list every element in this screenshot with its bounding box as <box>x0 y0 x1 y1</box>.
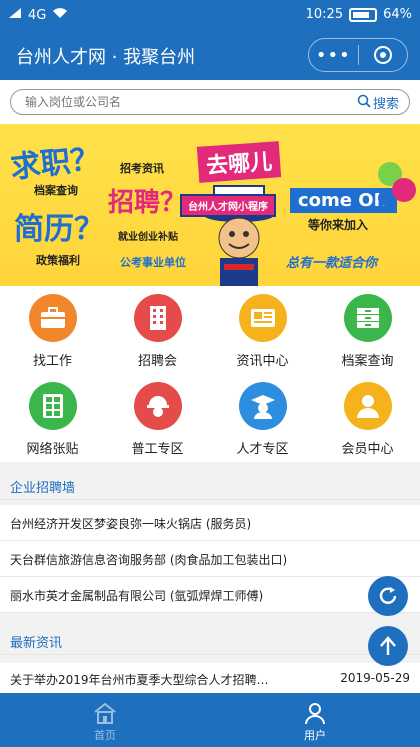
refresh-icon <box>379 587 397 604</box>
banner-text-civil-service: 公考事业单位 <box>120 256 186 269</box>
job-title: 丽水市英才金属制品有限公司 (氩弧焊焊工师傅) <box>10 589 264 603</box>
grid-circle <box>133 294 182 342</box>
news-section-header: 最新资讯 <box>0 625 420 655</box>
news-item[interactable]: 关于举办2019年台州市夏季大型综合人才招聘… 2019-05-29 <box>0 663 420 693</box>
grid-circle <box>28 294 77 342</box>
banner-text-job-seeking: 求职？ <box>8 141 102 186</box>
banner-text-slogan: 总有一款适合你 <box>286 256 378 271</box>
grid-circle <box>343 294 392 342</box>
search-button[interactable]: 搜索 <box>357 93 399 112</box>
status-bar: 4G 10:25 64% <box>0 0 420 30</box>
grid-item-find-job[interactable]: 找工作 <box>0 286 105 374</box>
banner-text-join: 等你来加入 <box>308 218 369 232</box>
carrier-label: 4G <box>28 7 47 23</box>
banner-text-archive: 档案查询 <box>34 184 78 197</box>
battery-icon <box>349 7 378 22</box>
section-title: 企业招聘墙 <box>10 481 76 496</box>
grid-item-label: 网络张贴 <box>26 442 79 457</box>
home-icon <box>94 702 116 724</box>
banner-text-mini-program: 台州人才网小程序 <box>180 194 276 217</box>
grid-item-archive-query[interactable]: 档案查询 <box>315 286 420 374</box>
briefcase-icon <box>40 307 65 328</box>
grid-item-label: 会员中心 <box>341 442 394 457</box>
job-title: 天台群信旅游信息咨询服务部 (肉食品加工包装出口) <box>10 553 288 567</box>
banner-text-recruit: 招聘？ <box>108 188 187 218</box>
grid-item-label: 人才专区 <box>236 442 289 457</box>
grid-item-talent-zone[interactable]: 人才专区 <box>210 374 315 462</box>
grid-item-member-center[interactable]: 会员中心 <box>315 374 420 462</box>
section-title: 最新资讯 <box>10 636 63 651</box>
archive-icon <box>356 308 379 328</box>
refresh-button[interactable] <box>368 576 408 616</box>
battery-level: 64% <box>383 7 412 22</box>
banner-text-resume: 简历？ <box>14 212 104 247</box>
search-input[interactable] <box>25 93 325 111</box>
newspaper-icon <box>250 309 275 327</box>
search-button-label: 搜索 <box>372 97 399 112</box>
tab-home-label: 首页 <box>94 729 116 742</box>
app-title: 台州人才网 · 我聚台州 <box>16 47 196 68</box>
bottom-tab-bar: 首页 用户 <box>0 693 420 747</box>
recruit-section-header: 企业招聘墙 <box>0 470 420 500</box>
more-menu-button[interactable]: ••• <box>309 45 358 66</box>
signal-icon <box>8 7 22 23</box>
back-to-top-button[interactable] <box>368 626 408 666</box>
arrow-up-icon <box>380 636 396 655</box>
list-item[interactable]: 天台群信旅游信息咨询服务部 (肉食品加工包装出口) <box>0 541 420 577</box>
grid-item-job-fair[interactable]: 招聘会 <box>105 286 210 374</box>
grid-item-news-center[interactable]: 资讯中心 <box>210 286 315 374</box>
tab-user[interactable]: 用户 <box>210 693 420 747</box>
banner-text-subsidy: 就业创业补贴 <box>118 232 178 243</box>
user-icon <box>305 703 325 725</box>
close-mini-program-button[interactable] <box>358 46 407 64</box>
grid-item-label: 普工专区 <box>131 442 184 457</box>
news-title: 关于举办2019年台州市夏季大型综合人才招聘… <box>10 673 269 687</box>
grid-circle <box>238 382 287 430</box>
grid-circle <box>28 382 77 430</box>
grid-item-general-worker[interactable]: 普工专区 <box>105 374 210 462</box>
news-date: 2019-05-29 <box>340 671 410 685</box>
tab-user-label: 用户 <box>304 729 326 742</box>
job-title: 台州经济开发区梦姿良弥一味火锅店 (服务员) <box>10 517 252 531</box>
paint-hands-decoration <box>370 154 420 218</box>
grid-board-icon <box>42 394 63 418</box>
list-item[interactable]: 丽水市英才金属制品有限公司 (氩弧焊焊工师傅) <box>0 577 420 613</box>
banner-text-exam-news: 招考资讯 <box>120 162 164 175</box>
grid-item-label: 招聘会 <box>137 354 177 369</box>
grid-item-online-posting[interactable]: 网络张贴 <box>0 374 105 462</box>
wifi-icon <box>52 7 68 23</box>
mini-program-capsule: ••• <box>308 38 408 72</box>
promo-banner[interactable]: 求职？ 招考资讯 档案查询 简历？ 政策福利 招聘？ 就业创业补贴 公考事业单位… <box>0 124 420 286</box>
grid-item-label: 找工作 <box>32 354 72 369</box>
member-icon <box>356 395 379 418</box>
grid-item-label: 资讯中心 <box>236 354 289 369</box>
list-item[interactable]: 台州经济开发区梦姿良弥一味火锅店 (服务员) <box>0 505 420 541</box>
building-icon <box>149 306 166 330</box>
grid-circle <box>238 294 287 342</box>
feature-grid: 找工作 招聘会 资讯中心 档案查询 网络张贴 普工专区 人才专区 会员中心 <box>0 286 420 462</box>
search-bar: 搜索 <box>0 80 420 124</box>
grid-item-label: 档案查询 <box>341 354 394 369</box>
title-bar: 台州人才网 · 我聚台州 ••• <box>0 30 420 80</box>
target-close-icon <box>373 46 392 64</box>
clock: 10:25 <box>305 7 344 22</box>
grid-circle <box>133 382 182 430</box>
banner-text-where: 去哪儿 <box>196 141 282 183</box>
tab-home[interactable]: 首页 <box>0 693 210 747</box>
search-icon <box>357 94 371 112</box>
search-box: 搜索 <box>10 89 410 115</box>
banner-text-policy: 政策福利 <box>36 254 80 267</box>
graduate-icon <box>250 395 275 419</box>
worker-helmet-icon <box>146 396 169 417</box>
grid-circle <box>343 382 392 430</box>
